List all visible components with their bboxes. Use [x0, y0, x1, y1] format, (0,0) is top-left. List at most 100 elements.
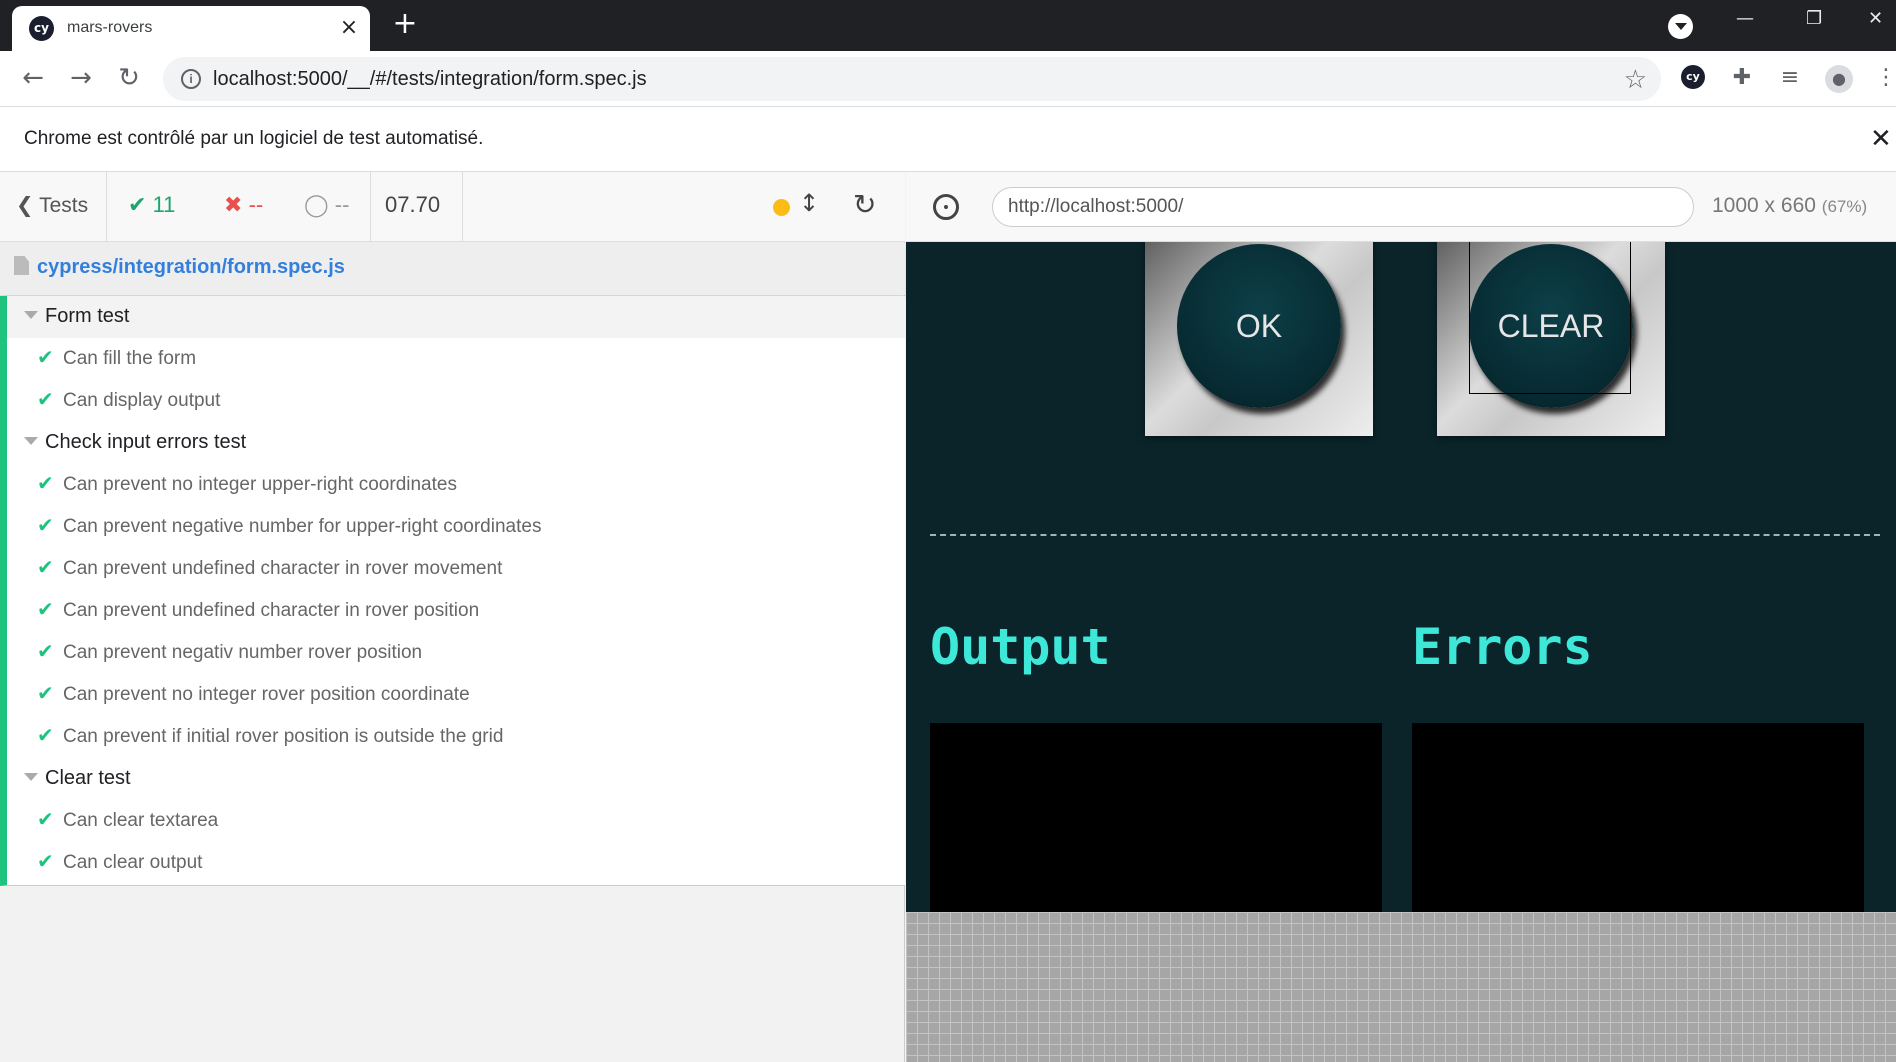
check-icon: ✔ [37, 639, 54, 663]
tests-label: Tests [39, 194, 89, 217]
suite-row[interactable]: Form test [7, 296, 905, 338]
test-row[interactable]: ✔ Can fill the form [7, 338, 905, 380]
suite-title: Form test [45, 305, 130, 327]
chevron-left-icon: ❮ [16, 193, 34, 217]
tab-title: mars-rovers [67, 19, 153, 36]
check-icon: ✔ [37, 387, 54, 411]
spec-file-link[interactable]: cypress/integration/form.spec.js [37, 256, 345, 279]
check-icon: ✔ [37, 807, 54, 831]
test-row[interactable]: ✔ Can prevent no integer upper-right coo… [7, 464, 905, 506]
address-bar[interactable]: i localhost:5000/__/#/tests/integration/… [163, 57, 1661, 101]
suite-row[interactable]: Check input errors test [7, 422, 905, 464]
cypress-logo-icon: cy [1681, 65, 1705, 89]
cypress-favicon-icon: cy [29, 16, 54, 41]
extensions-puzzle-icon[interactable]: ✚ [1729, 65, 1755, 91]
close-window-icon[interactable]: ✕ [1868, 8, 1883, 29]
caret-down-icon [24, 437, 38, 445]
spec-file-bar: cypress/integration/form.spec.js [0, 243, 905, 295]
automation-infobar: Chrome est contrôlé par un logiciel de t… [0, 106, 1896, 172]
test-title: Can prevent undefined character in rover… [63, 558, 503, 579]
app-under-test-panel: http://localhost:5000/ 1000 x 660 (67%) … [906, 172, 1896, 1062]
test-title: Can prevent no integer rover position co… [63, 684, 470, 705]
test-row[interactable]: ✔ Can prevent if initial rover position … [7, 716, 905, 758]
check-icon: ✔ [128, 193, 147, 218]
errors-heading: Errors [1412, 618, 1593, 676]
suite-row[interactable]: Clear test [7, 758, 905, 800]
caret-down-icon [24, 311, 38, 319]
check-icon: ✔ [37, 849, 54, 873]
pending-circle-icon: ◯ [304, 193, 329, 218]
back-icon[interactable]: ← [16, 61, 50, 95]
aut-url-field[interactable]: http://localhost:5000/ [992, 187, 1694, 227]
caret-down-icon [24, 773, 38, 781]
test-title: Can clear output [63, 852, 203, 873]
restore-icon[interactable]: ❐ [1806, 8, 1822, 29]
aut-empty-background [906, 912, 1896, 1062]
check-icon: ✔ [37, 723, 54, 747]
pending-count: -- [334, 192, 350, 217]
app-iframe: OK CLEAR Output Errors [906, 242, 1896, 912]
test-row[interactable]: ✔ Can prevent no integer rover position … [7, 674, 905, 716]
reporter-header: ❮ Tests ✔ 11 ✖ -- ◯ -- 07.70 ↕ ↻ [0, 172, 905, 242]
address-bar-url[interactable]: localhost:5000/__/#/tests/integration/fo… [213, 68, 647, 91]
forward-icon[interactable]: → [64, 61, 98, 95]
check-icon: ✔ [37, 513, 54, 537]
test-title: Can prevent if initial rover position is… [63, 726, 504, 747]
profile-avatar-icon[interactable]: ● [1825, 65, 1853, 93]
passed-stat: ✔ 11 [128, 192, 175, 218]
minimize-icon[interactable]: — [1736, 8, 1754, 29]
check-icon: ✔ [37, 345, 54, 369]
failed-count: -- [248, 192, 264, 217]
media-controls-icon[interactable]: ≡ [1777, 65, 1803, 91]
output-heading: Output [930, 618, 1111, 676]
cypress-reporter: ❮ Tests ✔ 11 ✖ -- ◯ -- 07.70 ↕ ↻ cypress… [0, 172, 905, 1062]
cross-icon: ✖ [224, 193, 243, 218]
header-divider [370, 172, 371, 242]
tests-back-button[interactable]: ❮ Tests [16, 193, 88, 218]
infobar-close-icon[interactable]: ✕ [1870, 124, 1892, 154]
running-indicator-dot [773, 199, 790, 216]
test-title: Can prevent negative number for upper-ri… [63, 516, 542, 537]
selector-playground-icon[interactable] [933, 194, 959, 220]
auto-scroll-icon[interactable]: ↕ [799, 189, 819, 217]
test-row[interactable]: ✔ Can prevent negativ number rover posit… [7, 632, 905, 674]
test-row[interactable]: ✔ Can display output [7, 380, 905, 422]
browser-tabstrip: cy mars-rovers × + — ❐ ✕ [0, 0, 1896, 51]
new-tab-icon[interactable]: + [389, 8, 421, 40]
avatar: ● [1825, 65, 1853, 93]
aut-header: http://localhost:5000/ 1000 x 660 (67%) [906, 172, 1896, 242]
tab-search-icon[interactable] [1668, 14, 1693, 39]
bookmark-star-icon[interactable]: ☆ [1624, 65, 1647, 95]
test-row[interactable]: ✔ Can prevent undefined character in rov… [7, 590, 905, 632]
reload-icon[interactable]: ↻ [112, 61, 146, 95]
test-row[interactable]: ✔ Can clear textarea [7, 800, 905, 842]
suite-title: Check input errors test [45, 431, 247, 453]
viewport-zoom: (67%) [1821, 197, 1868, 216]
browser-tab[interactable]: cy mars-rovers × [12, 6, 370, 51]
clear-button-tile: CLEAR [1437, 242, 1665, 436]
browser-menu-icon[interactable]: ⋮ [1873, 65, 1896, 91]
viewport-info: 1000 x 660 (67%) [1712, 194, 1867, 218]
failed-stat: ✖ -- [224, 192, 263, 218]
cypress-extension-icon[interactable]: cy [1681, 65, 1707, 91]
test-title: Can prevent no integer upper-right coord… [63, 474, 457, 495]
file-icon [14, 256, 29, 275]
run-duration: 07.70 [385, 192, 441, 217]
ok-button[interactable]: OK [1177, 244, 1341, 408]
test-title: Can prevent negativ number rover positio… [63, 642, 423, 663]
close-tab-icon[interactable]: × [338, 14, 360, 42]
test-runnables-list: Form test ✔ Can fill the form ✔ Can disp… [0, 296, 905, 886]
ok-button-tile: OK [1145, 242, 1373, 436]
passed-count: 11 [152, 192, 176, 217]
check-icon: ✔ [37, 555, 54, 579]
test-title: Can fill the form [63, 348, 197, 369]
rerun-tests-icon[interactable]: ↻ [853, 188, 876, 221]
check-icon: ✔ [37, 681, 54, 705]
check-icon: ✔ [37, 471, 54, 495]
test-row[interactable]: ✔ Can prevent negative number for upper-… [7, 506, 905, 548]
site-info-icon[interactable]: i [181, 69, 201, 89]
header-divider [462, 172, 463, 242]
test-row[interactable]: ✔ Can clear output [7, 842, 905, 884]
test-row[interactable]: ✔ Can prevent undefined character in rov… [7, 548, 905, 590]
header-divider [106, 172, 107, 242]
